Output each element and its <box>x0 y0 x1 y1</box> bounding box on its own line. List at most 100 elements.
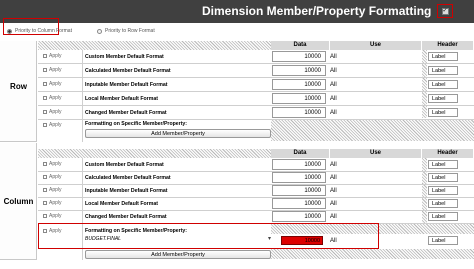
corner-checkbox-button[interactable]: ✓ <box>437 4 453 18</box>
column-header-input[interactable]: Label <box>428 212 458 221</box>
row-apply-checkbox[interactable]: Apply <box>43 95 62 101</box>
row-divider <box>38 105 474 106</box>
column-apply-checkbox[interactable]: Apply <box>43 174 62 180</box>
row-use-value[interactable]: All <box>330 68 337 74</box>
column-apply-checkbox[interactable]: Apply <box>43 187 62 193</box>
row-use-value[interactable]: All <box>330 110 337 116</box>
column-format-name: Changed Member Default Format <box>85 214 167 220</box>
column-use-value[interactable]: All <box>330 188 337 194</box>
row-use-value[interactable]: All <box>330 54 337 60</box>
row-specific-format-name: Formatting on Specific Member/Property: <box>85 121 188 127</box>
column-apply-checkbox[interactable]: Apply <box>43 200 62 206</box>
row-use-value[interactable]: All <box>330 96 337 102</box>
checkbox-icon <box>43 96 47 100</box>
column-section-label: Column <box>3 197 34 206</box>
specific-member-highlight-box <box>38 223 379 249</box>
column-data-input[interactable]: 10000 <box>272 172 326 183</box>
column-header-hatch <box>38 149 271 158</box>
checkbox-icon <box>43 110 47 114</box>
row-format-name: Custom Member Default Format <box>85 54 164 60</box>
column-header-input[interactable]: Label <box>428 186 458 195</box>
checkbox-icon <box>43 68 47 72</box>
column-data-input[interactable]: 10000 <box>272 198 326 209</box>
row-add-member-button[interactable]: Add Member/Property <box>85 129 271 138</box>
row-header-input[interactable]: Label <box>428 66 458 75</box>
row-section-panel <box>0 41 37 142</box>
column-apply-checkbox[interactable]: Apply <box>43 213 62 219</box>
column-use-value[interactable]: All <box>330 214 337 220</box>
row-data-input[interactable]: 10000 <box>272 79 326 90</box>
row-apply-checkbox[interactable]: Apply <box>43 53 62 59</box>
row-header-gutter-hatch <box>422 50 427 118</box>
priority-column-label: Priority to Column Format <box>15 28 72 34</box>
apply-label: Apply <box>49 95 62 101</box>
column-header-input[interactable]: Label <box>428 199 458 208</box>
column-data-input[interactable]: 10000 <box>272 185 326 196</box>
priority-row-radio[interactable]: Priority to Row Format <box>97 28 155 34</box>
apply-label: Apply <box>49 187 62 193</box>
row-specific-apply-checkbox[interactable]: Apply <box>43 122 62 128</box>
checkbox-icon <box>43 175 47 179</box>
row-data-input[interactable]: 10000 <box>272 107 326 118</box>
row-header-input[interactable]: Label <box>428 52 458 61</box>
title-bar: Dimension Member/Property Formatting ✓ <box>0 0 474 23</box>
row-data-input[interactable]: 10000 <box>272 65 326 76</box>
row-data-column-header: Data <box>271 41 330 50</box>
checkbox-icon <box>43 214 47 218</box>
row-apply-checkbox[interactable]: Apply <box>43 67 62 73</box>
column-format-name: Inputable Member Default Format <box>85 188 168 194</box>
checkbox-icon: ✓ <box>441 7 449 15</box>
row-divider <box>38 91 474 92</box>
column-apply-checkbox[interactable]: Apply <box>43 161 62 167</box>
column-add-hatch <box>271 249 474 259</box>
column-use-value[interactable]: All <box>330 162 337 168</box>
priority-row-label: Priority to Row Format <box>105 28 155 34</box>
column-data-input[interactable]: 10000 <box>272 211 326 222</box>
row-apply-checkbox[interactable]: Apply <box>43 81 62 87</box>
row-header-input[interactable]: Label <box>428 108 458 117</box>
radio-empty-icon <box>97 28 102 34</box>
dialog-title: Dimension Member/Property Formatting <box>202 4 432 18</box>
apply-label: Apply <box>49 174 62 180</box>
column-data-column-header: Data <box>271 149 330 158</box>
priority-column-radio[interactable]: Priority to Column Format <box>7 28 72 34</box>
apply-label: Apply <box>49 109 62 115</box>
apply-label: Apply <box>49 81 62 87</box>
column-header-input[interactable]: Label <box>428 160 458 169</box>
column-divider <box>38 210 474 211</box>
row-format-name: Local Member Default Format <box>85 96 158 102</box>
checkbox-icon <box>43 82 47 86</box>
column-use-column-header: Use <box>330 149 422 158</box>
row-use-column-header: Use <box>330 41 422 50</box>
apply-label: Apply <box>49 122 62 128</box>
column-header-column-header: Header <box>422 149 474 158</box>
apply-label: Apply <box>49 67 62 73</box>
column-use-value[interactable]: All <box>330 201 337 207</box>
checkbox-icon <box>43 201 47 205</box>
row-header-input[interactable]: Label <box>428 94 458 103</box>
column-add-member-button[interactable]: Add Member/Property <box>85 250 271 259</box>
column-data-input[interactable]: 10000 <box>272 159 326 170</box>
specific-header-input[interactable]: Label <box>428 236 458 245</box>
row-format-name: Changed Member Default Format <box>85 110 167 116</box>
row-data-input[interactable]: 10000 <box>272 51 326 62</box>
row-format-name: Calculated Member Default Format <box>85 68 171 74</box>
apply-label: Apply <box>49 200 62 206</box>
row-data-input[interactable]: 10000 <box>272 93 326 104</box>
checkbox-icon <box>43 54 47 58</box>
row-divider <box>38 77 474 78</box>
radio-selected-icon <box>7 28 12 34</box>
row-use-value[interactable]: All <box>330 82 337 88</box>
column-divider <box>38 184 474 185</box>
column-divider <box>38 197 474 198</box>
column-format-name: Local Member Default Format <box>85 201 158 207</box>
row-specific-hatch <box>271 120 474 141</box>
column-use-value[interactable]: All <box>330 175 337 181</box>
checkbox-icon <box>43 123 47 127</box>
row-apply-checkbox[interactable]: Apply <box>43 109 62 115</box>
row-header-input[interactable]: Label <box>428 80 458 89</box>
column-header-input[interactable]: Label <box>428 173 458 182</box>
checkbox-icon <box>43 188 47 192</box>
column-divider <box>38 171 474 172</box>
checkbox-icon <box>43 162 47 166</box>
